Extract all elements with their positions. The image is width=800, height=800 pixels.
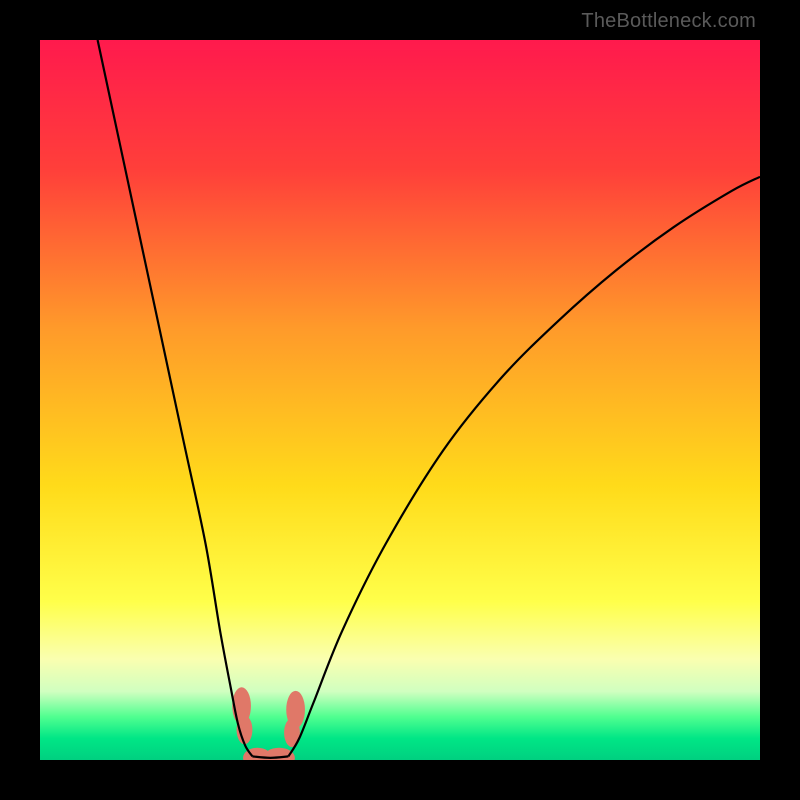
chart-plot-area <box>40 40 760 760</box>
chart-curve-left <box>98 40 253 756</box>
watermark-text: TheBottleneck.com <box>581 10 756 33</box>
chart-curve-layer <box>40 40 760 760</box>
chart-container: TheBottleneck.com <box>0 0 800 800</box>
chart-curve-right <box>288 177 760 757</box>
